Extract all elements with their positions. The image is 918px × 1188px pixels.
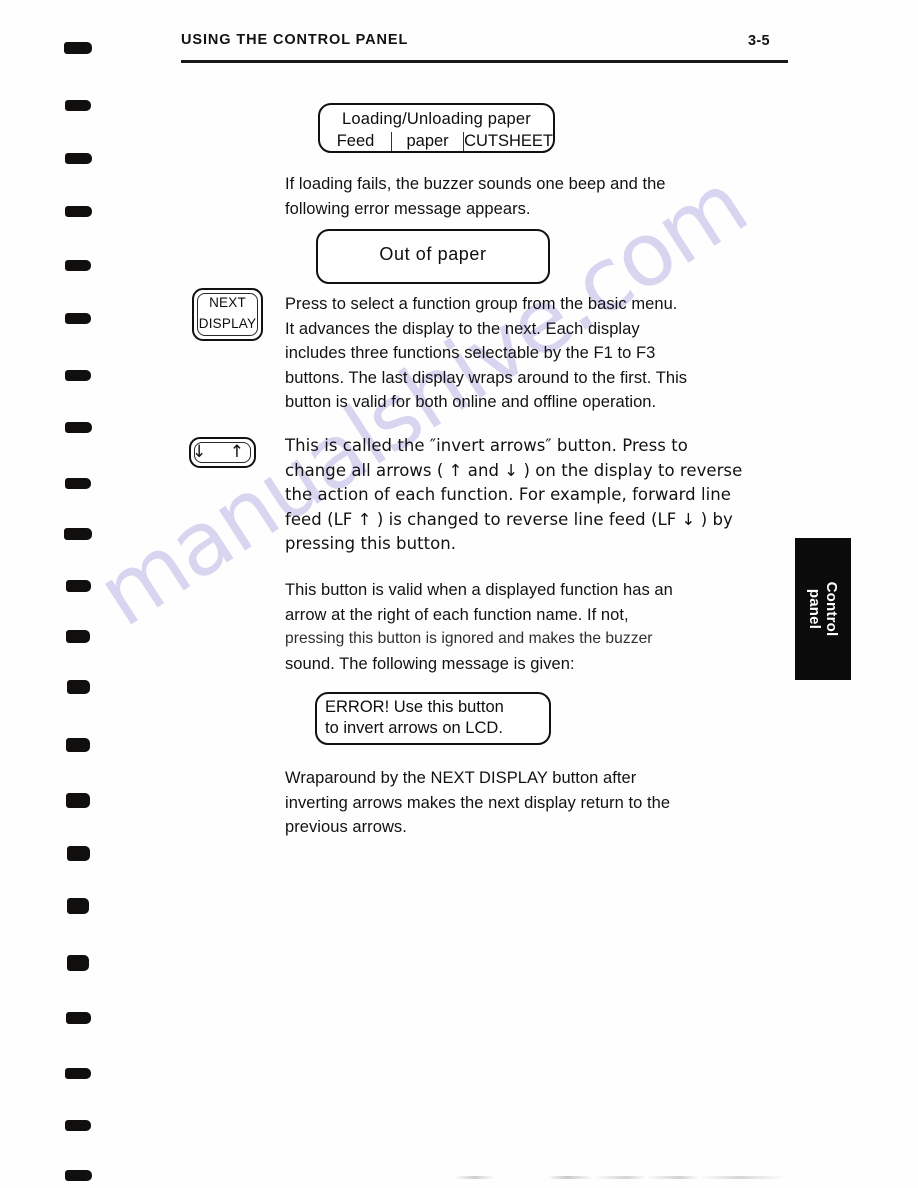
lcd-cell-f1: Feed [336, 132, 375, 150]
binding-hole-mark [64, 1170, 92, 1181]
lcd-cell-f3: CUTSHEET [463, 132, 554, 151]
binding-hole-mark [65, 260, 91, 271]
binding-hole-mark [67, 955, 89, 971]
text-line: If loading fails, the buzzer sounds one … [285, 175, 666, 193]
lcd-out-of-paper-text: Out of paper [379, 244, 487, 264]
next-display-label-line1: NEXT [209, 295, 246, 310]
lcd-error-line1: ERROR! Use this button [325, 698, 504, 716]
text-line: previous arrows. [285, 818, 407, 837]
scan-artifact-bottom [455, 1176, 785, 1179]
side-tab-line1: Control [823, 581, 840, 637]
paragraph-next-display: Press to select a function group from th… [285, 292, 785, 415]
binding-hole-mark [66, 846, 90, 861]
text-line: Press to select a function group from th… [285, 295, 678, 313]
chapter-side-tab: Control panel [795, 538, 851, 680]
text-line: includes three functions selectable by t… [285, 344, 656, 363]
binding-hole-mark [64, 206, 92, 217]
text-line: It advances the display to the next. Eac… [285, 319, 640, 338]
paragraph-invert-arrows: This is called the ″invert arrows″ butto… [285, 434, 785, 557]
text-line: arrow at the right of each function name… [285, 605, 629, 624]
document-page: manualshive.com USING THE CONTROL PANEL … [0, 0, 918, 1188]
page-number: 3-5 [748, 33, 770, 49]
side-tab-label: Control panel [806, 582, 840, 637]
text-line: Wraparound by the NEXT DISPLAY button af… [285, 769, 637, 787]
text-line: pressing this button. [285, 534, 457, 554]
binding-hole-mark [66, 630, 90, 643]
lcd-loading-unloading-paper: Loading/Unloading paper Feed paper CUTSH… [318, 103, 555, 153]
header-divider-rule [181, 60, 788, 63]
page-header-title: USING THE CONTROL PANEL [181, 32, 409, 48]
lcd-out-of-paper: Out of paper [316, 229, 550, 284]
binding-hole-mark [65, 1068, 91, 1079]
lcd-error-invert-arrows: ERROR! Use this button to invert arrows … [315, 692, 551, 745]
next-display-label-line2: DISPLAY [198, 316, 257, 331]
lcd-cell-f2: paper [391, 132, 463, 151]
paragraph-button-valid: This button is valid when a displayed fu… [285, 578, 785, 676]
binding-hole-mark [64, 153, 92, 164]
paragraph-loading-fails: If loading fails, the buzzer sounds one … [285, 172, 785, 221]
binding-hole-mark [66, 793, 90, 808]
text-line: This button is valid when a displayed fu… [285, 581, 673, 599]
binding-hole-mark [65, 1120, 91, 1131]
binding-hole-mark [64, 422, 92, 433]
text-line: inverting arrows makes the next display … [285, 793, 671, 812]
binding-hole-mark [64, 528, 92, 540]
next-display-button[interactable]: NEXT DISPLAY [192, 288, 263, 341]
binding-hole-mark [66, 680, 90, 694]
binding-hole-mark [66, 738, 90, 752]
text-line: buttons. The last display wraps around t… [285, 368, 688, 387]
binding-hole-mark [67, 898, 89, 914]
lcd-error-line2: to invert arrows on LCD. [325, 719, 503, 737]
text-line: following error message appears. [285, 199, 531, 218]
text-line: button is valid for both online and offl… [285, 393, 657, 412]
binding-hole-mark [65, 580, 91, 592]
binding-hole-mark [64, 42, 92, 54]
spiral-binding-strip [0, 0, 140, 1188]
paragraph-wraparound: Wraparound by the NEXT DISPLAY button af… [285, 766, 785, 840]
text-line: the action of each function. For example… [285, 485, 731, 505]
binding-hole-mark [65, 478, 91, 489]
binding-hole-mark [65, 313, 91, 324]
binding-hole-mark [65, 370, 91, 381]
text-line: pressing this button is ignored and make… [285, 630, 653, 648]
text-line: This is called the ″invert arrows″ butto… [285, 436, 688, 455]
invert-arrows-icon: ↓ ↑ [192, 442, 253, 462]
text-line: sound. The following message is given: [285, 654, 575, 673]
binding-hole-mark [65, 100, 91, 111]
text-line: feed (LF ↑ ) is changed to reverse line … [285, 509, 733, 529]
text-line: change all arrows ( ↑ and ↓ ) on the dis… [285, 460, 743, 480]
binding-hole-mark [65, 1012, 91, 1024]
invert-arrows-button[interactable]: ↓ ↑ [189, 437, 256, 468]
lcd-loading-title: Loading/Unloading paper [341, 110, 531, 128]
side-tab-line2: panel [806, 588, 823, 630]
lcd-loading-function-row: Feed paper CUTSHEET [320, 132, 553, 151]
